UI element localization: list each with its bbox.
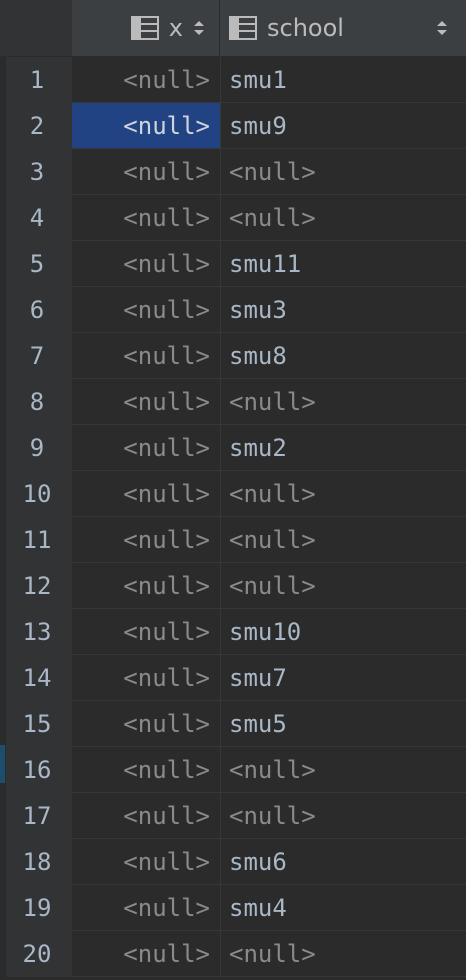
table-row[interactable]: 8 <null> <null> — [0, 379, 466, 425]
row-number[interactable]: 7 — [6, 333, 72, 379]
cell-x[interactable]: <null> — [72, 471, 220, 516]
cell-x[interactable]: <null> — [72, 287, 220, 332]
cell-school[interactable]: <null> — [221, 931, 466, 976]
table-row[interactable]: 13 <null> smu10 — [0, 609, 466, 655]
sort-updown-icon[interactable] — [193, 19, 205, 37]
row-number[interactable]: 14 — [6, 655, 72, 701]
row-number[interactable]: 15 — [6, 701, 72, 747]
table-row[interactable]: 4 <null> <null> — [0, 195, 466, 241]
table-row[interactable]: 2 <null> smu9 — [0, 103, 466, 149]
row-number[interactable]: 5 — [6, 241, 72, 287]
cell-school[interactable]: smu5 — [221, 701, 466, 746]
table-row[interactable]: 15 <null> smu5 — [0, 701, 466, 747]
table-row[interactable]: 3 <null> <null> — [0, 149, 466, 195]
table-row[interactable]: 7 <null> smu8 — [0, 333, 466, 379]
table-row[interactable]: 11 <null> <null> — [0, 517, 466, 563]
cell-x[interactable]: <null> — [72, 839, 220, 884]
cell-x[interactable]: <null> — [72, 57, 220, 102]
cell-x[interactable]: <null> — [72, 609, 220, 654]
cell-school[interactable]: smu10 — [221, 609, 466, 654]
table-row[interactable]: 17 <null> <null> — [0, 793, 466, 839]
row-number[interactable]: 6 — [6, 287, 72, 333]
cell-x[interactable]: <null> — [72, 747, 220, 792]
table-row[interactable]: 5 <null> smu11 — [0, 241, 466, 287]
cell-school[interactable]: smu8 — [221, 333, 466, 378]
row-number[interactable]: 20 — [6, 931, 72, 977]
row-number[interactable]: 2 — [6, 103, 72, 149]
cell-school[interactable]: <null> — [221, 517, 466, 562]
table-row[interactable]: 20 <null> <null> — [0, 931, 466, 977]
cell-x[interactable]: <null> — [72, 701, 220, 746]
table-row[interactable]: 18 <null> smu6 — [0, 839, 466, 885]
cell-x[interactable]: <null> — [72, 241, 220, 286]
cell-school[interactable]: smu11 — [221, 241, 466, 286]
cell-school[interactable]: smu1 — [221, 57, 466, 102]
cell-school[interactable]: smu2 — [221, 425, 466, 470]
row-divider — [72, 976, 466, 977]
cell-x[interactable]: <null> — [72, 517, 220, 562]
cell-x[interactable]: <null> — [72, 793, 220, 838]
cell-school[interactable]: smu6 — [221, 839, 466, 884]
cell-school[interactable]: <null> — [221, 793, 466, 838]
cell-x[interactable]: <null> — [72, 195, 220, 240]
cell-x[interactable]: <null> — [72, 333, 220, 378]
grid-header: x school — [0, 0, 466, 57]
column-header-x[interactable]: x — [72, 0, 220, 56]
cell-x[interactable]: <null> — [72, 425, 220, 470]
row-number[interactable]: 4 — [6, 195, 72, 241]
table-row[interactable]: 1 <null> smu1 — [0, 57, 466, 103]
table-column-icon — [229, 16, 257, 40]
row-number[interactable]: 1 — [6, 57, 72, 103]
cell-school[interactable]: <null> — [221, 379, 466, 424]
table-row[interactable]: 6 <null> smu3 — [0, 287, 466, 333]
row-number[interactable]: 11 — [6, 517, 72, 563]
column-name-x: x — [168, 14, 183, 42]
table-row[interactable]: 10 <null> <null> — [0, 471, 466, 517]
header-corner[interactable] — [0, 0, 72, 56]
cell-school[interactable]: <null> — [221, 563, 466, 608]
row-number[interactable]: 16 — [6, 747, 72, 793]
row-number[interactable]: 8 — [6, 379, 72, 425]
column-header-school[interactable]: school — [221, 0, 466, 56]
cell-x[interactable]: <null> — [72, 885, 220, 930]
row-number[interactable]: 9 — [6, 425, 72, 471]
table-row[interactable]: 14 <null> smu7 — [0, 655, 466, 701]
row-number[interactable]: 18 — [6, 839, 72, 885]
table-row[interactable]: 16 <null> <null> — [0, 747, 466, 793]
cell-school[interactable]: <null> — [221, 747, 466, 792]
cell-x[interactable]: <null> — [72, 655, 220, 700]
row-number[interactable]: 17 — [6, 793, 72, 839]
column-name-school: school — [267, 14, 344, 42]
cell-school[interactable]: smu7 — [221, 655, 466, 700]
table-column-icon — [130, 16, 159, 40]
grid-body: 1 <null> smu1 2 <null> smu9 3 <null> <nu… — [0, 57, 466, 977]
table-row[interactable]: 12 <null> <null> — [0, 563, 466, 609]
table-row[interactable]: 19 <null> smu4 — [0, 885, 466, 931]
cell-x[interactable]: <null> — [72, 931, 220, 976]
cell-school[interactable]: smu4 — [221, 885, 466, 930]
cell-x[interactable]: <null> — [72, 379, 220, 424]
sort-updown-icon[interactable] — [436, 19, 448, 37]
row-number[interactable]: 12 — [6, 563, 72, 609]
cell-x[interactable]: <null> — [72, 563, 220, 608]
table-row[interactable]: 9 <null> smu2 — [0, 425, 466, 471]
row-number[interactable]: 3 — [6, 149, 72, 195]
row-number[interactable]: 13 — [6, 609, 72, 655]
cell-school[interactable]: <null> — [221, 471, 466, 516]
cell-school[interactable]: <null> — [221, 149, 466, 194]
cell-x-selected[interactable]: <null> — [72, 103, 220, 148]
cell-school[interactable]: <null> — [221, 195, 466, 240]
result-grid[interactable]: x school 1 <null> smu1 2 <null> smu9 3 <… — [0, 0, 466, 980]
cell-school[interactable]: smu3 — [221, 287, 466, 332]
row-number[interactable]: 10 — [6, 471, 72, 517]
cell-school[interactable]: smu9 — [221, 103, 466, 148]
row-number[interactable]: 19 — [6, 885, 72, 931]
cell-x[interactable]: <null> — [72, 149, 220, 194]
